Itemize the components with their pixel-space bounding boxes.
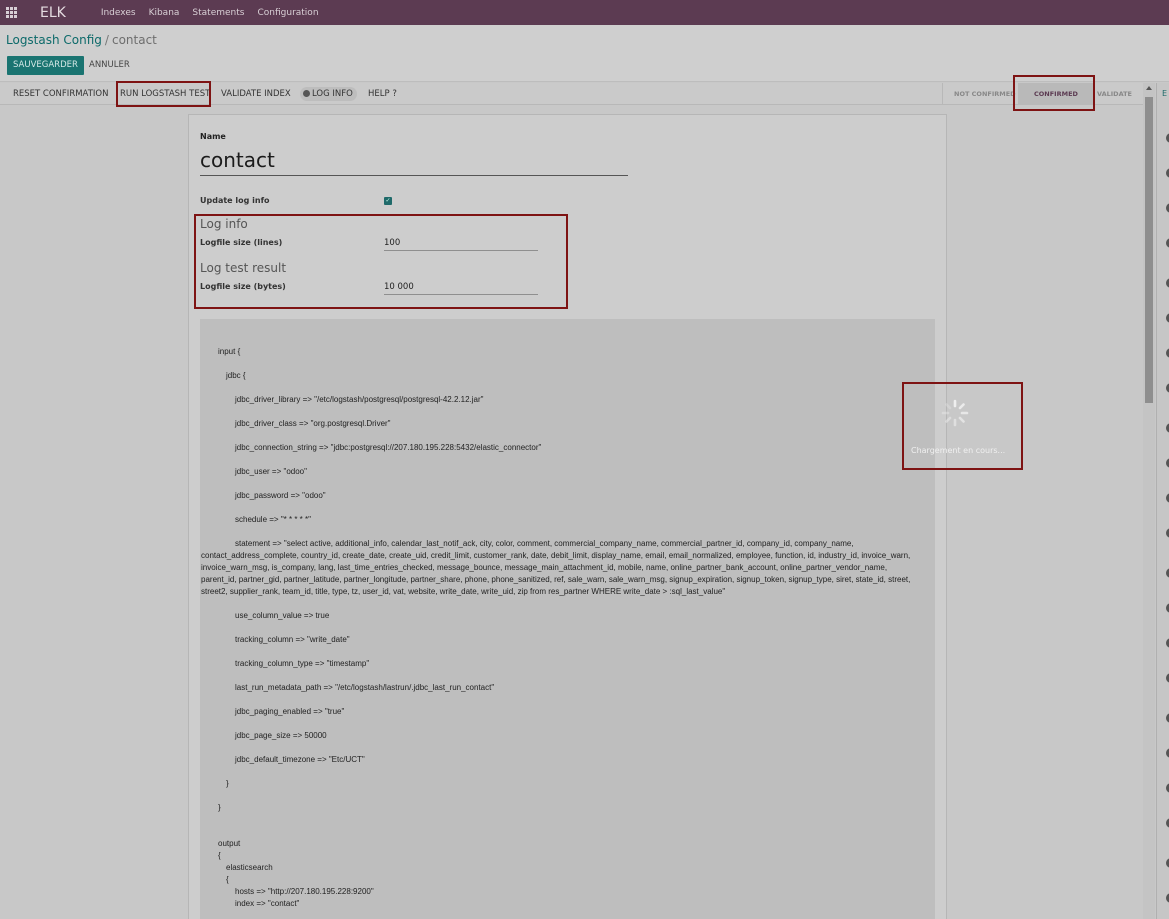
code-line: jdbc_paging_enabled => "true" <box>235 707 345 716</box>
code-line: } <box>226 779 229 788</box>
stage-not-confirmed[interactable]: NOT CONFIRMED <box>954 83 1016 105</box>
menu-item-configuration[interactable]: Configuration <box>257 8 318 18</box>
name-label: Name <box>200 132 226 141</box>
validate-index-button[interactable]: VALIDATE INDEX <box>221 83 291 105</box>
control-panel: Logstash Config / contact SAUVEGARDER ANNU… <box>0 25 1169 82</box>
loading-indicator: Chargement en cours... <box>902 382 1023 470</box>
form-sheet: Name contact Update log info ✓ Log info … <box>188 114 947 919</box>
code-line: } <box>218 803 221 812</box>
cancel-button[interactable]: ANNULER <box>89 56 130 75</box>
reset-confirmation-button[interactable]: RESET CONFIRMATION <box>13 83 108 105</box>
log-info-button[interactable]: LOG INFO <box>300 87 357 101</box>
scrollbar[interactable] <box>1143 83 1155 919</box>
code-line: tracking_column_type => "timestamp" <box>235 659 370 668</box>
menu-item-indexes[interactable]: Indexes <box>101 8 136 18</box>
logstash-config-code: input { jdbc { jdbc_driver_library => "/et… <box>200 319 935 919</box>
app-brand[interactable]: ELK <box>40 5 66 21</box>
code-line: tracking_column => "write_date" <box>235 635 350 644</box>
info-icon <box>303 90 310 97</box>
update-log-info-label: Update log info <box>200 196 270 205</box>
scroll-thumb[interactable] <box>1145 97 1153 403</box>
code-line: jdbc_default_timezone => "Etc/UCT" <box>235 755 365 764</box>
breadcrumb-separator: / <box>104 33 109 47</box>
chatter-label: E <box>1162 89 1168 98</box>
code-line: jdbc_page_size => 50000 <box>235 731 327 740</box>
apps-menu-icon[interactable] <box>6 7 17 18</box>
code-line: jdbc_user => "odoo" <box>235 467 307 476</box>
chatter-panel: E <box>1156 83 1169 919</box>
menu-item-kibana[interactable]: Kibana <box>149 8 180 18</box>
stage-validate[interactable]: VALIDATE <box>1097 83 1132 105</box>
menu-item-statements[interactable]: Statements <box>192 8 244 18</box>
code-line: hosts => "http://207.180.195.228:9200" <box>235 887 374 896</box>
code-line: { <box>218 851 221 860</box>
code-line: use_column_value => true <box>235 611 330 620</box>
update-log-info-checkbox[interactable]: ✓ <box>384 197 392 205</box>
code-line: output <box>218 839 241 848</box>
save-button[interactable]: SAUVEGARDER <box>7 56 84 75</box>
breadcrumb-root[interactable]: Logstash Config <box>6 33 102 47</box>
breadcrumb-current: contact <box>111 33 157 47</box>
code-line: schedule => "* * * * *" <box>235 515 311 524</box>
code-line: jdbc_password => "odoo" <box>235 491 326 500</box>
code-line: index => "contact" <box>235 899 300 908</box>
highlight-log-info <box>194 214 568 309</box>
code-line: last_run_metadata_path => "/etc/logstash… <box>235 683 495 692</box>
code-line: jdbc { <box>226 371 246 380</box>
code-line: elasticsearch <box>226 863 273 872</box>
code-line: { <box>226 875 229 884</box>
log-info-label: LOG INFO <box>312 89 353 99</box>
highlight-run-test <box>116 81 211 107</box>
highlight-loading <box>902 382 1023 470</box>
highlight-confirmed <box>1013 75 1095 111</box>
code-line: jdbc_connection_string => "jdbc:postgres… <box>235 443 542 452</box>
breadcrumb: Logstash Config / contact <box>6 33 157 47</box>
form-statusbar: RESET CONFIRMATION RUN LOGSTASH TEST VAL… <box>0 75 1143 111</box>
scroll-up-arrow-icon[interactable] <box>1146 86 1152 90</box>
code-content: input { jdbc { jdbc_driver_library => "/et… <box>200 346 935 910</box>
code-line: jdbc_driver_class => "org.postgresql.Dri… <box>235 419 391 428</box>
code-line: input { <box>218 347 241 356</box>
main-menu: Indexes Kibana Statements Configuration <box>101 8 332 18</box>
code-line: statement => "select active, additional_… <box>201 539 911 596</box>
help-button[interactable]: HELP ? <box>368 83 397 105</box>
top-navbar: ELK Indexes Kibana Statements Configurat… <box>0 0 1169 25</box>
name-field[interactable]: contact <box>200 148 628 176</box>
code-line: jdbc_driver_library => "/etc/logstash/po… <box>235 395 484 404</box>
